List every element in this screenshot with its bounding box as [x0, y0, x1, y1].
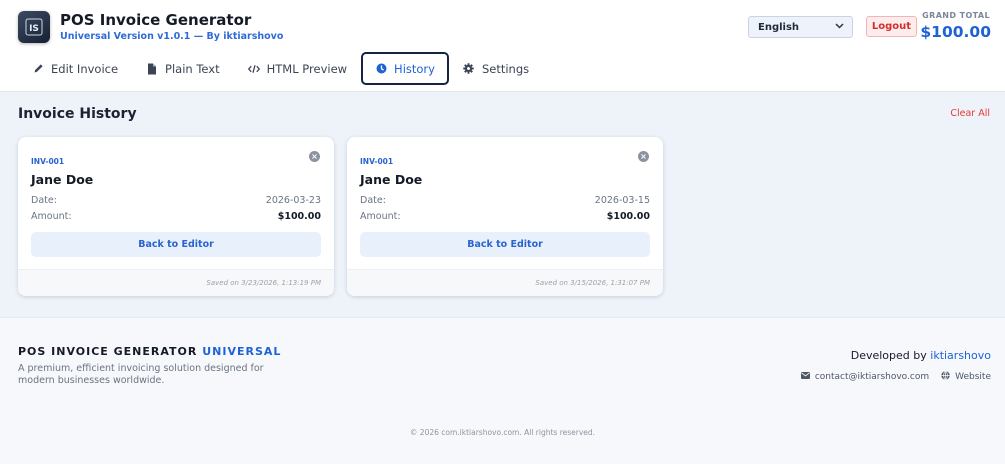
grand-total-value: $100.00 [920, 23, 991, 41]
chevron-down-icon [826, 22, 852, 32]
footer-brand: POS INVOICE GENERATOR UNIVERSAL [18, 345, 281, 358]
amount-value: $100.00 [277, 211, 321, 222]
app-logo: IS [18, 11, 50, 43]
date-value: 2026-03-15 [594, 195, 650, 206]
back-to-editor-button[interactable]: Back to Editor [31, 232, 321, 257]
document-icon [146, 63, 158, 75]
tab-label: Edit Invoice [51, 61, 119, 76]
app-header: IS POS Invoice Generator Universal Versi… [0, 0, 1005, 92]
history-panel: Invoice History Clear All INV-001 × Jane… [0, 92, 1005, 317]
tab-plain-text[interactable]: Plain Text [132, 52, 234, 85]
saved-timestamp: Saved on 3/23/2026, 1:13:19 PM [18, 269, 334, 296]
email-text: contact@iktiarshovo.com [814, 372, 930, 382]
amount-label: Amount: [360, 211, 401, 222]
developer-credit: Developed by iktiarshovo [851, 349, 991, 362]
tab-settings[interactable]: Settings [449, 52, 543, 85]
svg-text:IS: IS [29, 24, 39, 34]
customer-name: Jane Doe [360, 172, 423, 187]
history-card: INV-001 × Jane Doe Date: 2026-03-15 Amou… [347, 137, 663, 296]
date-label: Date: [360, 195, 386, 206]
website-text: Website [955, 372, 991, 382]
clock-icon [375, 63, 387, 74]
pencil-icon [32, 63, 44, 74]
amount-label: Amount: [31, 211, 72, 222]
logout-button[interactable]: Logout [866, 16, 917, 37]
history-card: INV-001 × Jane Doe Date: 2026-03-23 Amou… [18, 137, 334, 296]
section-title: Invoice History [18, 106, 137, 122]
date-row: Date: 2026-03-15 [360, 195, 650, 206]
language-select-value: English [758, 21, 800, 33]
clear-all-button[interactable]: Clear All [950, 108, 990, 119]
amount-row: Amount: $100.00 [360, 211, 650, 222]
developer-link[interactable]: iktiarshovo [930, 349, 991, 362]
tab-label: HTML Preview [266, 61, 348, 76]
invoice-number: INV-001 [360, 157, 394, 166]
date-value: 2026-03-23 [265, 195, 321, 206]
gear-icon [463, 63, 475, 74]
copyright-text: © 2026 com.iktiarshovo.com. All rights r… [409, 428, 596, 437]
close-icon[interactable]: × [638, 151, 649, 162]
tab-history[interactable]: History [361, 52, 449, 85]
amount-row: Amount: $100.00 [31, 211, 321, 222]
contact-links: contact@iktiarshovo.com Website [800, 370, 991, 383]
tab-html-preview[interactable]: HTML Preview [234, 52, 361, 85]
footer-brand-accent: UNIVERSAL [202, 345, 282, 358]
app-subtitle: Universal Version v1.0.1 — By iktiarshov… [60, 31, 284, 42]
tab-bar: Edit Invoice Plain Text HTML Preview His… [18, 52, 543, 85]
page-footer: POS INVOICE GENERATOR UNIVERSAL A premiu… [0, 317, 1005, 464]
email-link[interactable]: contact@iktiarshovo.com [800, 372, 930, 382]
logo-mark-icon: IS [25, 18, 43, 36]
globe-icon [941, 370, 950, 383]
close-icon[interactable]: × [309, 151, 320, 162]
tab-edit-invoice[interactable]: Edit Invoice [18, 52, 132, 85]
customer-name: Jane Doe [31, 172, 94, 187]
invoice-number: INV-001 [31, 157, 65, 166]
website-link[interactable]: Website [941, 370, 991, 383]
tab-label: Settings [481, 61, 530, 76]
date-label: Date: [31, 195, 57, 206]
footer-brand-main: POS INVOICE GENERATOR [18, 345, 198, 358]
language-select[interactable]: English [748, 16, 853, 38]
developed-by-label: Developed by [850, 349, 927, 362]
tab-label: History [394, 61, 435, 76]
app-title: POS Invoice Generator [60, 11, 252, 29]
tab-label: Plain Text [165, 61, 220, 76]
saved-timestamp: Saved on 3/15/2026, 1:31:07 PM [347, 269, 663, 296]
grand-total-label: GRAND TOTAL [922, 11, 990, 20]
envelope-icon [800, 372, 810, 382]
amount-value: $100.00 [606, 211, 650, 222]
back-to-editor-button[interactable]: Back to Editor [360, 232, 650, 257]
footer-tagline: A premium, efficient invoicing solution … [18, 363, 264, 386]
code-icon [247, 64, 260, 74]
date-row: Date: 2026-03-23 [31, 195, 321, 206]
